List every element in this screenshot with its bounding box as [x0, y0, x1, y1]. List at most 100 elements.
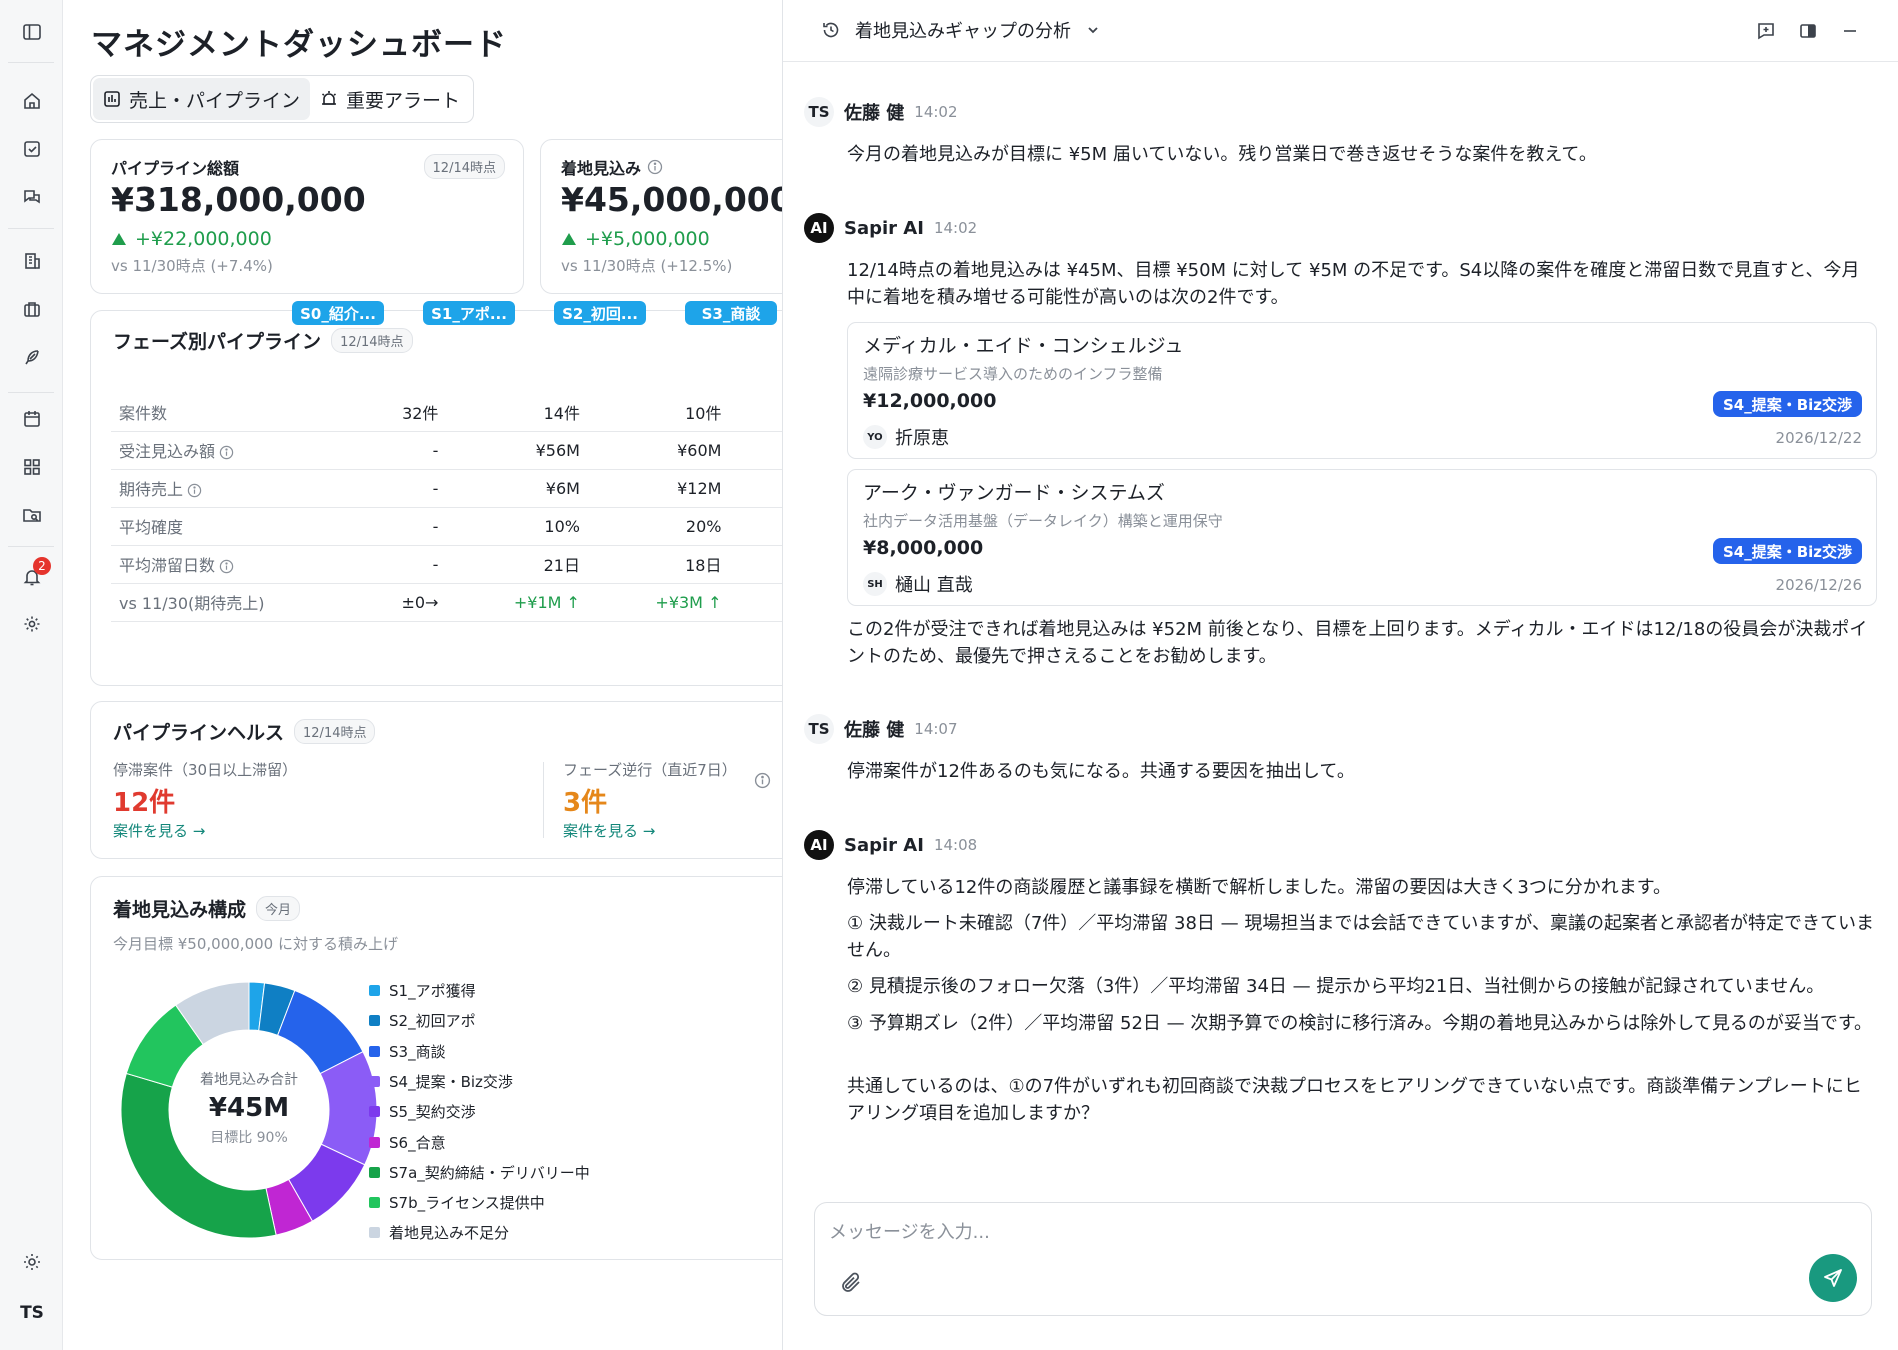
kpi-label-wrap: 着地見込み — [561, 155, 663, 179]
health-divider — [543, 762, 544, 838]
regression-count: 3件 — [563, 788, 608, 818]
paperclip-icon[interactable] — [839, 1271, 865, 1297]
theme-sun-icon[interactable] — [17, 1247, 47, 1277]
table-row: 受注見込み額 -¥56M¥60M¥100M — [111, 431, 782, 470]
regression-view-link[interactable]: 案件を見る → — [563, 820, 655, 841]
info-icon[interactable] — [754, 772, 771, 789]
folder-search-icon[interactable] — [17, 500, 47, 530]
phase-chip-s2[interactable]: S2_初回... — [554, 301, 646, 325]
settings-gear-icon[interactable] — [17, 609, 47, 639]
legend-item[interactable]: S5_契約交渉 — [369, 1101, 476, 1122]
message-time: 14:02 — [933, 219, 978, 237]
calendar-icon[interactable] — [17, 404, 47, 434]
legend-item[interactable]: S6_合意 — [369, 1132, 446, 1153]
tasks-icon[interactable] — [17, 134, 47, 164]
user-avatar: TS — [804, 714, 834, 744]
table-cell: 10件 — [587, 393, 730, 432]
message-header: TS 佐藤 健 14:02 — [804, 97, 958, 127]
legend-item[interactable]: S7b_ライセンス提供中 — [369, 1192, 545, 1213]
phase-chip-s1[interactable]: S1_アポ... — [423, 301, 515, 325]
info-icon[interactable] — [187, 483, 202, 498]
deal-card[interactable]: メディカル・エイド・コンシェルジュ 遠隔診療サービス導入のためのインフラ整備 ¥… — [847, 322, 1877, 459]
table-cell: 18日 — [587, 545, 730, 584]
chat-icon[interactable] — [17, 182, 47, 212]
phase-chip-s3[interactable]: S3_商談 — [685, 301, 777, 325]
row-label: 受注見込み額 — [111, 431, 305, 470]
row-label-text: vs 11/30(期待売上) — [119, 594, 265, 613]
feather-icon[interactable] — [17, 342, 47, 372]
tab-label: 重要アラート — [346, 89, 461, 112]
table-cell: - — [304, 431, 447, 470]
briefcase-icon[interactable] — [17, 294, 47, 324]
table-cell: - — [304, 545, 447, 584]
tab-label: 売上・パイプライン — [129, 89, 301, 112]
legend-item[interactable]: S1_アポ獲得 — [369, 980, 476, 1001]
table-cell: - — [304, 507, 447, 546]
message-input[interactable] — [829, 1217, 1809, 1247]
legend-item[interactable]: S3_商談 — [369, 1041, 446, 1062]
owner-avatar: YO — [863, 425, 887, 449]
deal-owner: YO 折原恵 — [863, 424, 949, 450]
deal-description: 遠隔診療サービス導入のためのインフラ整備 — [863, 365, 1163, 383]
view-tabs: 売上・パイプライン 重要アラート — [90, 75, 474, 123]
as-of-badge: 12/14時点 — [423, 154, 505, 179]
user-avatar[interactable]: TS — [12, 1297, 52, 1329]
owner-name: 折原恵 — [895, 428, 949, 449]
minimize-icon[interactable] — [1837, 18, 1863, 44]
legend-item[interactable]: S7a_契約締結・デリバリー中 — [369, 1162, 590, 1183]
chart-icon — [103, 90, 121, 108]
as-of-badge: 12/14時点 — [331, 328, 413, 353]
as-of-badge: 12/14時点 — [294, 719, 376, 744]
sidebar-toggle-icon[interactable] — [17, 17, 47, 47]
legend-label: S7a_契約締結・デリバリー中 — [389, 1163, 590, 1182]
message-time: 14:08 — [933, 836, 978, 854]
kpi-value: ¥318,000,000 — [111, 180, 366, 219]
deal-card[interactable]: アーク・ヴァンガード・システムズ 社内データ活用基盤（データレイク）構築と運用保… — [847, 469, 1877, 606]
deal-date: 2026/12/22 — [1775, 429, 1862, 447]
stalled-view-link[interactable]: 案件を見る → — [113, 820, 205, 841]
legend-swatch — [369, 1136, 380, 1148]
message-header: TS 佐藤 健 14:07 — [804, 714, 958, 744]
home-icon[interactable] — [17, 86, 47, 116]
building-icon[interactable] — [17, 246, 47, 276]
kpi-label: パイプライン総額 — [111, 159, 240, 178]
new-chat-icon[interactable] — [1753, 18, 1779, 44]
row-label-text: 平均確度 — [119, 518, 184, 537]
info-icon[interactable] — [647, 159, 663, 175]
send-button[interactable] — [1809, 1254, 1857, 1302]
message-paragraph: 共通しているのは、①の7件がいずれも初回商談で決裁プロセスをヒアリングできていな… — [847, 1076, 1862, 1124]
table-cell: 30% — [729, 507, 782, 546]
kpi-compare: vs 11/30時点 (+12.5%) — [561, 257, 733, 275]
row-label: 平均滞留日数 — [111, 545, 305, 584]
table-row: 平均滞留日数 -21日18日33日 — [111, 545, 782, 584]
legend-swatch — [369, 1045, 380, 1057]
panel-layout-icon[interactable] — [1795, 18, 1821, 44]
message-composer — [814, 1202, 1872, 1316]
tab-sales-pipeline[interactable]: 売上・パイプライン — [93, 78, 311, 120]
conversation-selector[interactable]: 着地見込みギャップの分析 — [821, 17, 1101, 43]
grid-icon[interactable] — [17, 452, 47, 482]
deal-date: 2026/12/26 — [1775, 576, 1862, 594]
info-icon[interactable] — [219, 445, 234, 460]
legend-label: S1_アポ獲得 — [389, 982, 476, 1000]
kpi-value: ¥45,000,000 — [561, 180, 782, 219]
legend-item[interactable]: S2_初回アポ — [369, 1010, 476, 1031]
legend-label: S6_合意 — [389, 1133, 446, 1152]
message-header: AI Sapir AI 14:02 — [804, 213, 977, 243]
legend-item[interactable]: 着地見込み不足分 — [369, 1222, 509, 1243]
legend-item[interactable]: S4_提案・Biz交渉 — [369, 1071, 513, 1092]
deal-phase-badge: S4_提案・Biz交渉 — [1712, 538, 1862, 564]
message-paragraph: ② 見積提示後のフォロー欠落（3件）／平均滞留 34日 — 提示から平均21日、… — [847, 976, 1825, 997]
table-row: vs 11/30(期待売上) ±0→+¥1M ↑+¥3M ↑+¥6M ↑ — [111, 583, 782, 622]
tab-critical-alerts[interactable]: 重要アラート — [310, 78, 470, 120]
composition-card: 着地見込み構成 今月 今月目標 ¥50,000,000 に対する積み上げ 着地見… — [90, 876, 782, 1260]
phase-table-body: 案件数32件14件10件12件受注見込み額-¥56M¥60M¥100M期待売上-… — [111, 393, 782, 622]
deal-amount: ¥12,000,000 — [863, 390, 997, 412]
phase-chip-s0[interactable]: S0_紹介... — [292, 301, 384, 325]
table-cell: 21日 — [446, 545, 588, 584]
row-label: 案件数 — [111, 393, 305, 432]
table-cell: 20% — [587, 507, 730, 546]
donut-center: 着地見込み合計 ¥45M 目標比 90% — [121, 1069, 377, 1147]
legend-swatch — [369, 1197, 380, 1209]
info-icon[interactable] — [219, 559, 234, 574]
